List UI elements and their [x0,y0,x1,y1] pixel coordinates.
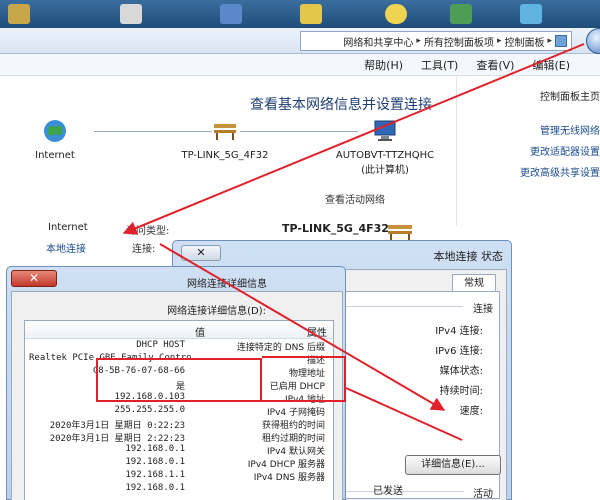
value-cell: 2020年3月1日 星期日 0:22:23 [49,421,185,431]
network-map: Internet TP-LINK_5G_4F32 AUTOBVT-TTZHQHC… [30,118,450,188]
property-cell: 连接特定的 DNS 后缀 [236,343,325,353]
highlight-box [96,358,262,402]
node-label: Internet [35,150,75,161]
sidebar-item-wireless[interactable]: 管理无线网络 [540,122,600,137]
close-button[interactable]: ✕ [181,245,221,261]
property-cell: IPv4 DNS 服务器 [253,473,325,483]
taskbar-app-icon[interactable] [120,4,142,24]
status-row: IPv6 连接: [435,346,483,357]
col-property[interactable]: 属性 [307,324,327,339]
table-row[interactable]: 255.255.255.0 IPv4 子网掩码 [25,405,333,418]
table-row[interactable]: 2020年3月1日 星期日 2:22:23 租约过期的时间 [25,431,333,444]
menu-help[interactable]: 帮助(H) [364,57,403,73]
local-connection-link[interactable]: 本地连接 [46,240,86,255]
status-row: 速度: [459,406,483,417]
grid-header: 属性 值 [25,321,333,339]
menu-tools[interactable]: 工具(T) [421,57,458,73]
value-cell: 2020年3月1日 星期日 2:22:23 [49,434,185,444]
breadcrumb-item[interactable]: 所有控制面板项 [424,34,494,49]
taskbar [0,0,600,28]
sidebar-item-sharing[interactable]: 更改高级共享设置 [520,164,600,179]
taskbar-app-icon[interactable] [300,4,322,24]
menu-edit[interactable]: 编辑(E) [532,57,570,73]
node-sublabel: (此计算机) [361,165,409,176]
details-caption: 网络连接详细信息(D): [167,306,266,317]
address-bar: 网络和共享中心 ▸ 所有控制面板项 ▸ 控制面板 ▸ [0,28,600,54]
network-name: TP-LINK_5G_4F32 [282,222,389,235]
node-computer[interactable]: AUTOBVT-TTZHQHC (此计算机) [330,118,440,176]
value-cell: 192.168.0.1 [125,457,185,467]
address-path[interactable]: 网络和共享中心 ▸ 所有控制面板项 ▸ 控制面板 ▸ [300,31,572,51]
computer-icon [370,118,400,144]
breadcrumb-item[interactable]: 网络和共享中心 [343,34,413,49]
breadcrumb-item[interactable]: 控制面板 [504,34,544,49]
tab-general[interactable]: 常规 [452,274,496,292]
taskbar-app-icon[interactable] [450,4,472,24]
value-cell: DHCP HOST [136,340,185,350]
status-row: 媒体状态: [439,366,483,377]
property-cell: 租约过期的时间 [261,434,325,444]
taskbar-app-icon[interactable] [220,4,242,24]
sent-label: 已发送 [373,486,403,497]
status-row: 持续时间: [439,386,483,397]
table-row[interactable]: 192.168.1.1 IPv4 DNS 服务器 [25,470,333,483]
breadcrumb-separator-icon[interactable]: ▸ [416,36,421,46]
table-row[interactable]: DHCP HOST 连接特定的 DNS 后缀 [25,340,333,353]
node-internet[interactable]: Internet [0,118,110,161]
table-row[interactable]: 192.168.0.1 IPv4 DHCP 服务器 [25,457,333,470]
property-cell: IPv4 DHCP 服务器 [247,460,325,470]
breadcrumb-separator-icon[interactable]: ▸ [497,36,502,46]
bench-icon [210,118,240,144]
active-networks-label: 查看活动网络 [325,195,385,206]
table-row[interactable]: 2020年3月1日 星期日 0:22:23 获得租约的时间 [25,418,333,431]
menu-view[interactable]: 查看(V) [476,57,514,73]
control-panel-icon [555,35,567,47]
node-router[interactable]: TP-LINK_5G_4F32 [170,118,280,161]
table-row[interactable]: 192.168.0.1 [25,483,333,496]
node-label: TP-LINK_5G_4F32 [181,150,269,161]
status-row: IPv4 连接: [435,326,483,337]
menu-bar: 帮助(H) 工具(T) 查看(V) 编辑(E) [0,54,600,76]
node-label: AUTOBVT-TTZHQHC [335,150,435,161]
property-cell: 获得租约的时间 [261,421,325,431]
value-cell: 192.168.1.1 [125,470,185,480]
table-row[interactable]: 192.168.0.1 IPv4 默认网关 [25,444,333,457]
close-icon[interactable]: ✕ [11,270,57,287]
sidebar-item-home[interactable]: 控制面板主页 [540,88,600,103]
connection-label: 连接: [132,244,156,255]
highlight-box [262,356,346,402]
sidebar-divider [456,76,457,226]
taskbar-app-icon[interactable] [520,4,542,24]
details-dialog-title: 网络连接详细信息 [187,279,267,290]
sidebar-item-adapter[interactable]: 更改适配器设置 [530,143,600,158]
status-dialog-title: 本地连接 状态 [433,250,504,263]
taskbar-app-icon[interactable] [385,4,407,24]
details-grid[interactable]: 属性 值 DHCP HOST 连接特定的 DNS 后缀 Realtek PCIe G… [24,320,334,500]
col-value[interactable]: 值 [195,324,205,339]
details-button[interactable]: 详细信息(E)... [405,455,501,475]
back-button[interactable] [586,28,600,54]
page-title: 查看基本网络信息并设置连接 [250,97,432,113]
access-type-value: Internet [48,222,88,233]
section-activity: 活动 [473,489,493,500]
globe-icon [40,118,70,144]
access-type-label: 访问类型: [126,226,170,237]
property-cell: IPv4 默认网关 [267,447,325,457]
taskbar-app-icon[interactable] [8,4,30,24]
value-cell: 255.255.255.0 [114,405,185,415]
value-cell: 192.168.0.1 [125,483,185,493]
value-cell: 192.168.0.1 [125,444,185,454]
breadcrumb-separator-icon[interactable]: ▸ [547,36,552,46]
property-cell: IPv4 子网掩码 [267,408,325,418]
section-connection: 连接 [473,304,493,315]
